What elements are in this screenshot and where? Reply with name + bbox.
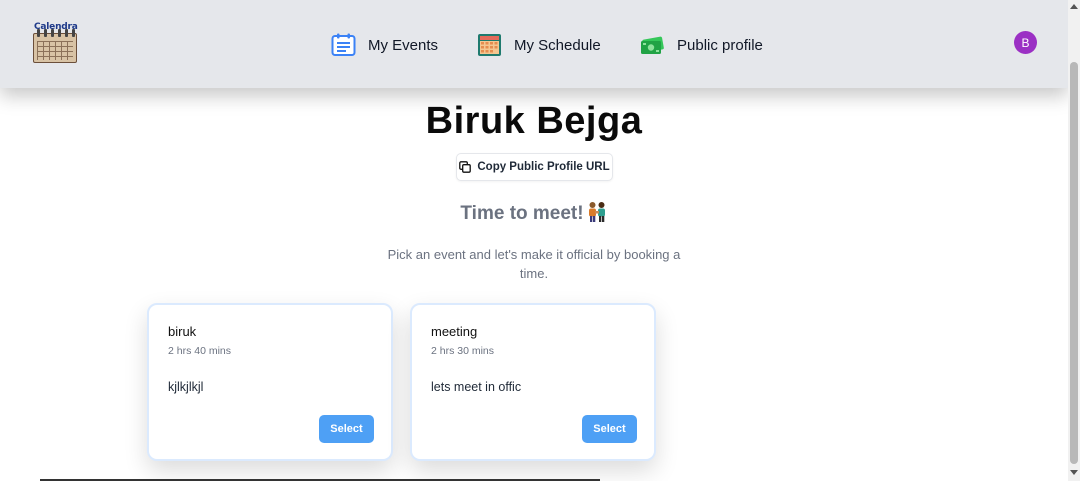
event-card: meeting 2 hrs 30 mins lets meet in offic…: [410, 303, 656, 461]
copy-button-label: Copy Public Profile URL: [477, 161, 610, 173]
meet-heading: Time to meet!: [0, 201, 1068, 225]
meet-heading-text: Time to meet!: [460, 203, 584, 224]
nav-label: Public profile: [677, 36, 763, 54]
nav-item-public-profile[interactable]: Public profile: [640, 31, 763, 59]
scrollbar-thumb[interactable]: [1070, 62, 1078, 464]
select-event-button[interactable]: Select: [582, 415, 637, 443]
nav-label: My Schedule: [514, 36, 601, 54]
top-navbar: Calendra My Events My Schedule Public pr…: [0, 0, 1068, 88]
profile-name: Biruk Bejga: [425, 100, 643, 142]
schedule-grid-icon: [477, 33, 502, 57]
nav-label: My Events: [368, 36, 439, 54]
copy-profile-url-button[interactable]: Copy Public Profile URL: [456, 153, 613, 181]
main-nav: My Events My Schedule Public profile: [0, 31, 1068, 59]
page: Calendra My Events My Schedule Public pr…: [0, 0, 1080, 481]
event-title: meeting: [431, 324, 478, 339]
nav-item-my-events[interactable]: My Events: [331, 31, 438, 59]
user-avatar[interactable]: B: [1014, 31, 1037, 54]
event-description: kjlkjlkjl: [168, 380, 204, 394]
event-duration: 2 hrs 40 mins: [168, 345, 232, 357]
people-holding-hands-icon: [586, 201, 608, 223]
scroll-down-arrow-icon[interactable]: [1070, 470, 1078, 475]
public-profile-main: Biruk Bejga Copy Public Profile URL Time…: [0, 88, 1068, 481]
select-event-button[interactable]: Select: [319, 415, 374, 443]
vertical-scrollbar[interactable]: [1068, 0, 1080, 481]
event-description: lets meet in offic: [431, 380, 522, 394]
calendar-list-icon: [331, 33, 356, 57]
scroll-up-arrow-icon[interactable]: [1070, 4, 1078, 9]
nav-item-my-schedule[interactable]: My Schedule: [477, 31, 601, 59]
meet-description: Pick an event and let's make it official…: [387, 247, 681, 281]
copy-icon: [459, 161, 472, 173]
money-profile-icon: [640, 33, 665, 57]
event-card: biruk 2 hrs 40 mins kjlkjlkjl Select: [147, 303, 393, 461]
event-duration: 2 hrs 30 mins: [431, 345, 495, 357]
event-title: biruk: [168, 324, 197, 339]
